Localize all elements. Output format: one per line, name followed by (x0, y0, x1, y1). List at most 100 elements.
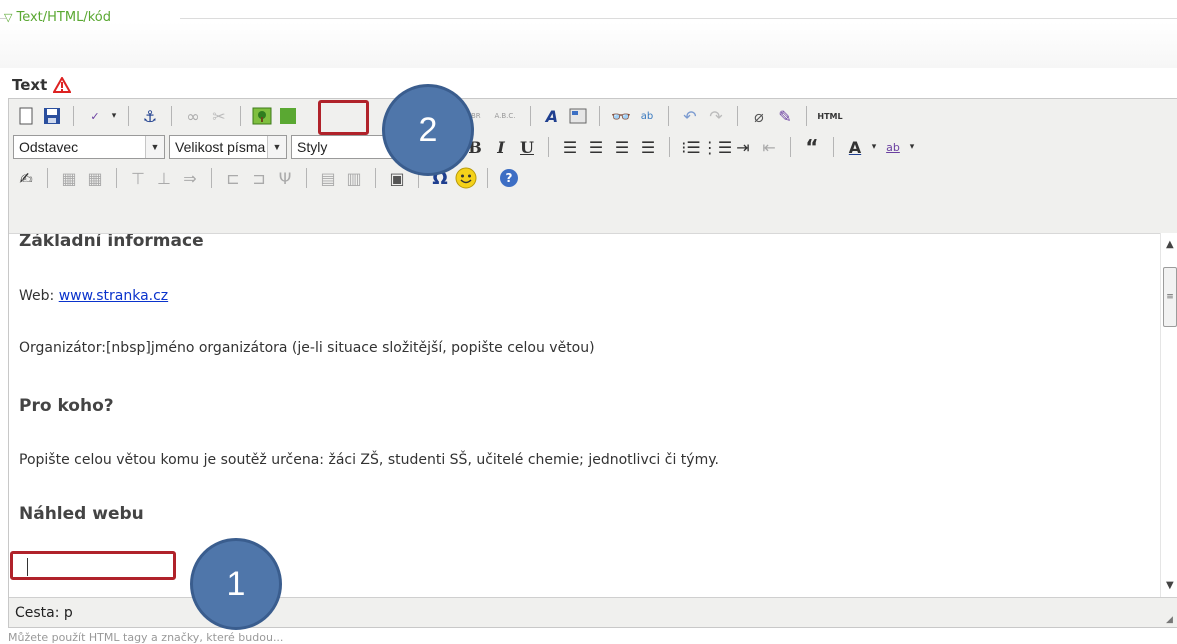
delete-col-icon[interactable]: Ψ (272, 165, 298, 191)
element-path: Cesta: p (15, 604, 73, 621)
content-heading[interactable]: Pro koho? (19, 396, 114, 416)
cleanup-brush-icon[interactable]: ✎ (772, 103, 798, 129)
undo-icon[interactable]: ↶ (677, 103, 703, 129)
toolbar-separator (790, 137, 791, 157)
outdent-icon[interactable]: ⇤ (756, 134, 782, 160)
link-icon[interactable]: ∞ (180, 103, 206, 129)
field-label: Text (12, 76, 72, 94)
callout-badge-1: 1 (190, 538, 282, 630)
help-note: Můžete použít HTML tagy a značky, které … (8, 631, 284, 644)
blockquote-button[interactable]: “ (799, 134, 825, 160)
insert-media-icon[interactable] (275, 103, 301, 129)
col-before-icon[interactable]: ⊏ (220, 165, 246, 191)
font-style-icon[interactable]: A (539, 103, 565, 129)
numbered-list-icon[interactable]: ⋮☰ (702, 134, 732, 160)
delete-row-icon[interactable]: ⇒ (177, 165, 203, 191)
web-link[interactable]: www.stranka.cz (59, 288, 168, 304)
split-cells-icon[interactable]: ▥ (341, 165, 367, 191)
chevron-down-icon[interactable]: ▼ (267, 136, 286, 158)
fieldset-background (0, 22, 1177, 68)
font-color-button[interactable]: A (842, 134, 868, 160)
svg-text:?: ? (506, 171, 513, 185)
smiley-icon[interactable] (453, 165, 479, 191)
content-paragraph[interactable]: Organizátor:[nbsp]jméno organizátora (je… (19, 340, 595, 356)
insert-image-icon[interactable] (249, 103, 275, 129)
callout-badge-2: 2 (382, 84, 474, 176)
unlink-icon[interactable]: ✂ (206, 103, 232, 129)
toolbar-separator (211, 168, 212, 188)
toolbar-separator (599, 106, 600, 126)
scroll-up-icon[interactable]: ▲ (1166, 239, 1174, 250)
table-icon[interactable]: ▦ (56, 165, 82, 191)
content-paragraph[interactable]: Web: www.stranka.cz (19, 288, 168, 304)
table-props-icon[interactable]: ▦ (82, 165, 108, 191)
toolbar-separator (171, 106, 172, 126)
anchor-icon[interactable]: ⚓ (137, 103, 163, 129)
format-select[interactable]: Odstavec ▼ (13, 135, 165, 159)
scroll-thumb[interactable]: ≡ (1163, 267, 1177, 327)
align-center-icon[interactable]: ☰ (583, 134, 609, 160)
styles-select-value: Styly (297, 139, 328, 155)
highlight-box-image-button (318, 100, 369, 135)
underline-button[interactable]: U (514, 134, 540, 160)
merge-cells-icon[interactable]: ▤ (315, 165, 341, 191)
edit-css-icon[interactable]: ✍ (13, 165, 39, 191)
editor-content[interactable]: Základní informace Web: www.stranka.cz O… (9, 233, 1160, 598)
rich-text-editor: ✓ ▾ ⚓ ∞ ✂ ² ABBR A.B.C. A 👓 ab ↶ ↷ ⌀ ✎ H… (8, 98, 1177, 628)
field-label-text: Text (12, 76, 48, 94)
align-right-icon[interactable]: ☰ (609, 134, 635, 160)
toolbar-separator (116, 168, 117, 188)
status-bar: Cesta: p ◢ (9, 597, 1177, 627)
chevron-down-icon[interactable]: ▾ (108, 103, 120, 129)
indent-icon[interactable]: ⇥ (730, 134, 756, 160)
content-heading[interactable]: Náhled webu (19, 504, 144, 524)
chevron-down-icon[interactable]: ▾ (906, 134, 918, 160)
highlight-color-button[interactable]: ab (880, 134, 906, 160)
toolbar-separator (47, 168, 48, 188)
eraser-icon[interactable]: ⌀ (746, 103, 772, 129)
chevron-down-icon[interactable]: ▼ (145, 136, 164, 158)
toolbar-separator (668, 106, 669, 126)
fieldset-border (180, 18, 1177, 19)
bullet-list-icon[interactable]: ⁝☰ (678, 134, 704, 160)
toolbar-separator (240, 106, 241, 126)
fieldset-legend-label[interactable]: Text/HTML/kód (16, 10, 111, 25)
redo-icon[interactable]: ↷ (703, 103, 729, 129)
acronym-icon[interactable]: A.B.C. (488, 103, 522, 129)
html-source-button[interactable]: HTML (815, 103, 845, 129)
chevron-down-icon[interactable]: ▾ (868, 134, 880, 160)
font-size-select[interactable]: Velikost písma ▼ (169, 135, 287, 159)
toolbar-separator (669, 137, 670, 157)
template-icon[interactable] (565, 103, 591, 129)
toolbar-separator (530, 106, 531, 126)
toolbar-separator (806, 106, 807, 126)
content-paragraph[interactable]: Popište celou větou komu je soutěž určen… (19, 452, 719, 468)
row-after-icon[interactable]: ⊥ (151, 165, 177, 191)
find-icon[interactable]: 👓 (608, 103, 634, 129)
scroll-down-icon[interactable]: ▼ (1166, 580, 1174, 591)
toolbar-separator (128, 106, 129, 126)
align-left-icon[interactable]: ☰ (557, 134, 583, 160)
toolbar-separator (73, 106, 74, 126)
align-justify-icon[interactable]: ☰ (635, 134, 661, 160)
replace-icon[interactable]: ab (634, 103, 660, 129)
triangle-down-icon[interactable]: ▽ (4, 11, 12, 24)
fieldset-legend[interactable]: ▽ Text/HTML/kód (4, 10, 111, 25)
font-size-select-value: Velikost písma (175, 139, 266, 155)
italic-button[interactable]: I (488, 134, 514, 160)
help-icon[interactable]: ? (496, 165, 522, 191)
col-after-icon[interactable]: ⊐ (246, 165, 272, 191)
toolbar-separator (487, 168, 488, 188)
toolbar-separator (833, 137, 834, 157)
row-before-icon[interactable]: ⊤ (125, 165, 151, 191)
save-icon[interactable] (39, 103, 65, 129)
new-document-icon[interactable] (13, 103, 39, 129)
web-label[interactable]: Web: (19, 288, 59, 304)
content-heading[interactable]: Základní informace (19, 234, 204, 251)
resize-handle-icon[interactable]: ◢ (1166, 615, 1176, 625)
toolbar-separator (306, 168, 307, 188)
toolbar-separator (375, 168, 376, 188)
format-select-value: Odstavec (19, 139, 79, 155)
editor-scrollbar[interactable]: ▲ ≡ ▼ (1160, 233, 1177, 597)
spellcheck-icon[interactable]: ✓ (82, 103, 108, 129)
